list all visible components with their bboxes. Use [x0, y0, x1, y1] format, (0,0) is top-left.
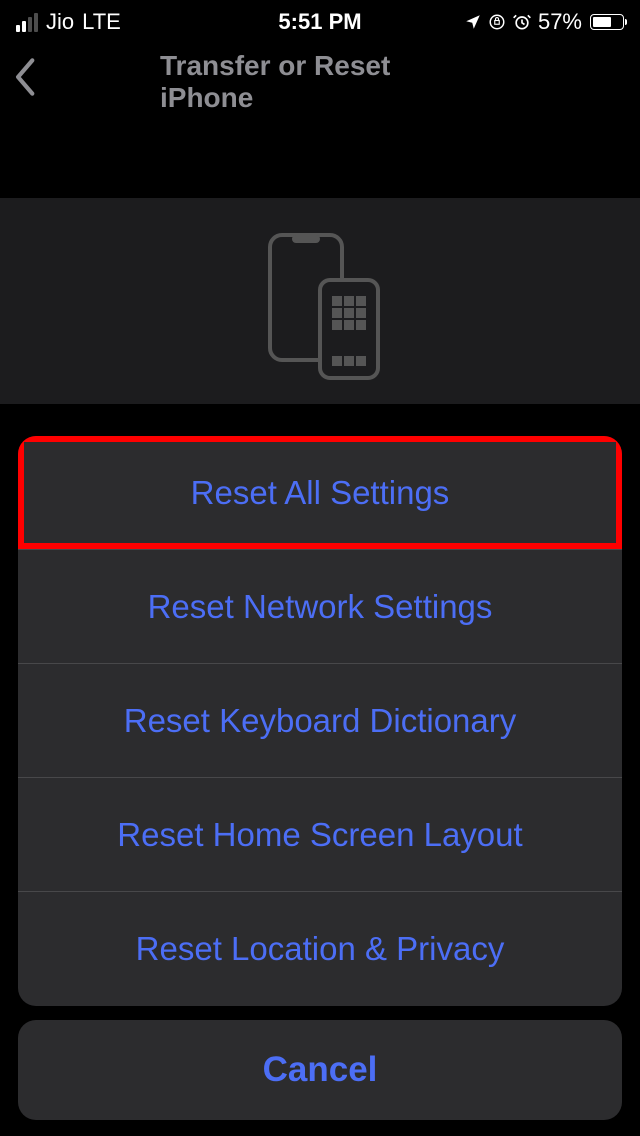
- action-label: Reset All Settings: [191, 474, 450, 512]
- carrier-label: Jio: [46, 9, 74, 35]
- signal-icon: [16, 13, 38, 32]
- cancel-label: Cancel: [263, 1050, 378, 1090]
- action-label: Reset Network Settings: [148, 588, 493, 626]
- action-label: Reset Location & Privacy: [136, 930, 505, 968]
- device-icon-container: [0, 198, 640, 404]
- action-label: Reset Home Screen Layout: [117, 816, 522, 854]
- alarm-icon: [512, 12, 532, 32]
- status-bar: Jio LTE 5:51 PM 57%: [0, 0, 640, 44]
- page-title: Transfer or Reset iPhone: [160, 50, 480, 114]
- reset-network-settings-button[interactable]: Reset Network Settings: [18, 550, 622, 664]
- network-label: LTE: [82, 9, 121, 35]
- reset-location-privacy-button[interactable]: Reset Location & Privacy: [18, 892, 622, 1006]
- action-label: Reset Keyboard Dictionary: [124, 702, 517, 740]
- orientation-lock-icon: [488, 13, 506, 31]
- location-icon: [464, 13, 482, 31]
- action-sheet: Reset All Settings Reset Network Setting…: [18, 436, 622, 1120]
- nav-bar: Transfer or Reset iPhone: [0, 44, 640, 120]
- status-right: 57%: [464, 9, 624, 35]
- battery-percent: 57%: [538, 9, 582, 35]
- action-group: Reset All Settings Reset Network Setting…: [18, 436, 622, 1006]
- status-left: Jio LTE: [16, 9, 121, 35]
- reset-home-screen-layout-button[interactable]: Reset Home Screen Layout: [18, 778, 622, 892]
- back-button[interactable]: [12, 58, 36, 106]
- phones-icon: [250, 230, 390, 380]
- cancel-button[interactable]: Cancel: [18, 1020, 622, 1120]
- status-time: 5:51 PM: [278, 9, 361, 35]
- reset-keyboard-dictionary-button[interactable]: Reset Keyboard Dictionary: [18, 664, 622, 778]
- content-area: [0, 198, 640, 404]
- battery-icon: [590, 14, 624, 30]
- reset-all-settings-button[interactable]: Reset All Settings: [18, 436, 622, 550]
